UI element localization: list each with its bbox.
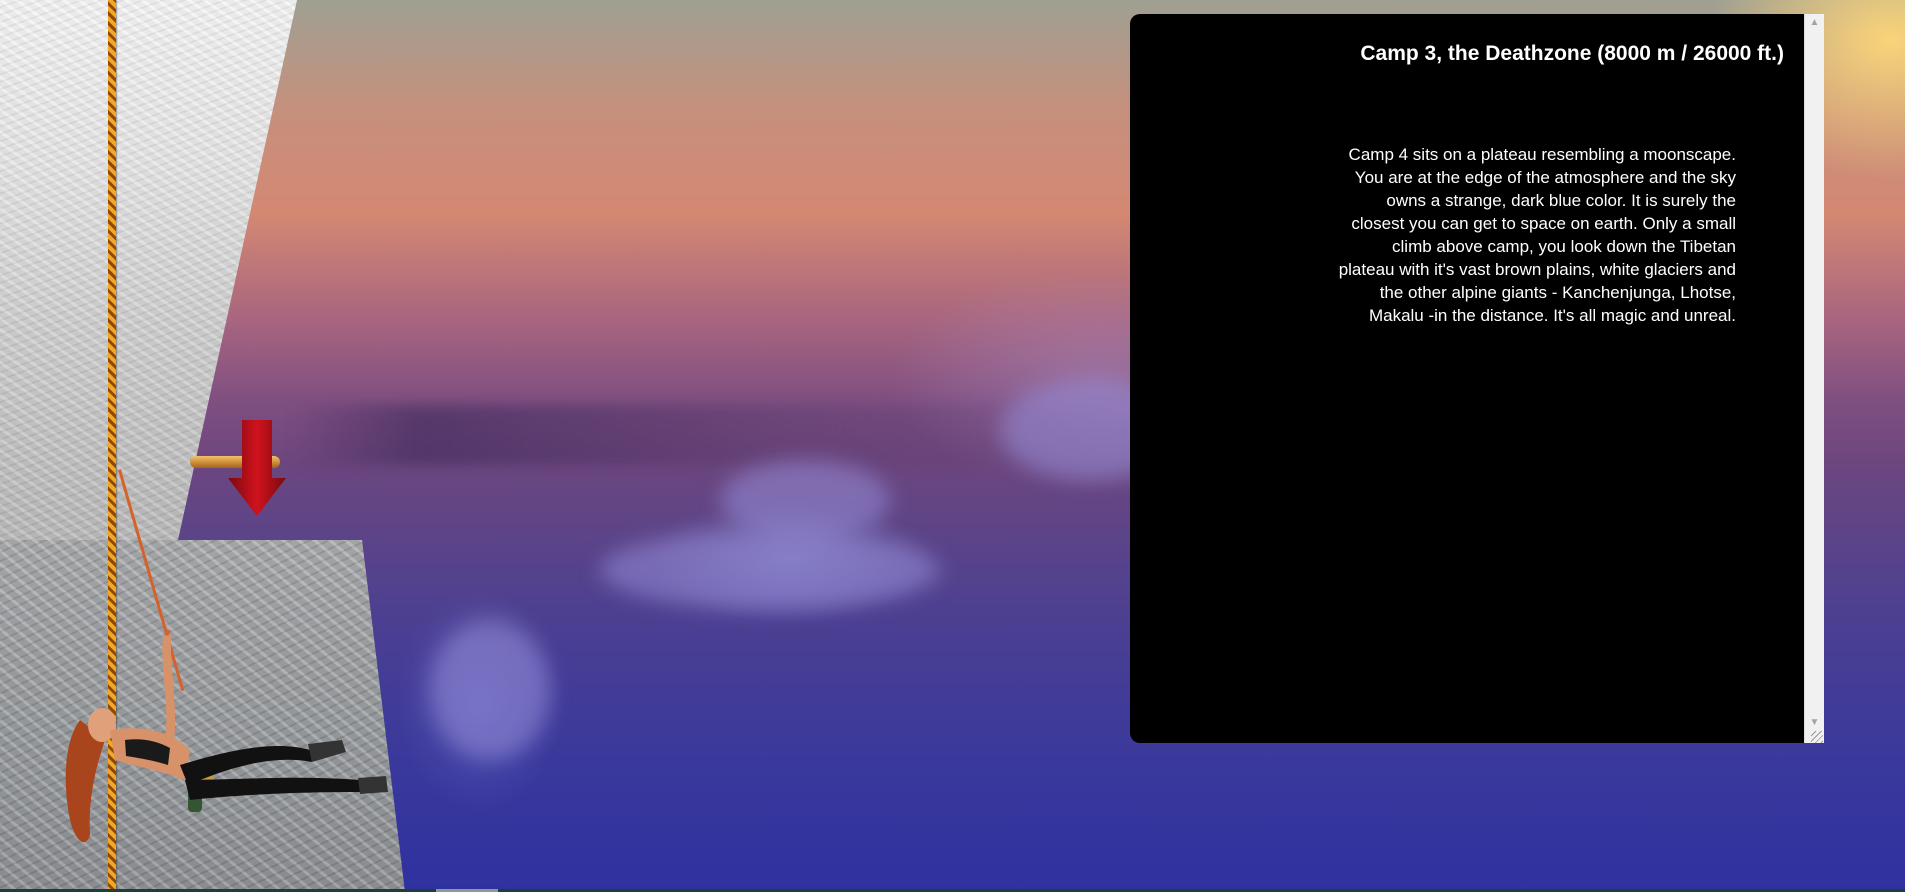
camp-title: Camp 3, the Deathzone (8000 m / 26000 ft…	[1360, 42, 1784, 65]
climber-illustration	[65, 630, 388, 843]
down-arrow-icon[interactable]	[228, 420, 286, 516]
cloud-puff	[720, 460, 890, 540]
resize-grip-icon[interactable]	[1811, 731, 1823, 743]
cloud-puff	[600, 530, 940, 610]
info-panel[interactable]: Camp 3, the Deathzone (8000 m / 26000 ft…	[1130, 14, 1824, 743]
scroll-up-icon[interactable]: ▲	[1805, 14, 1824, 31]
panel-scrollbar[interactable]: ▲ ▼	[1804, 14, 1824, 743]
camp-description: Camp 4 sits on a plateau resembling a mo…	[1338, 145, 1736, 325]
cloud-puff	[430, 620, 550, 760]
scroll-down-icon[interactable]: ▼	[1805, 714, 1824, 731]
